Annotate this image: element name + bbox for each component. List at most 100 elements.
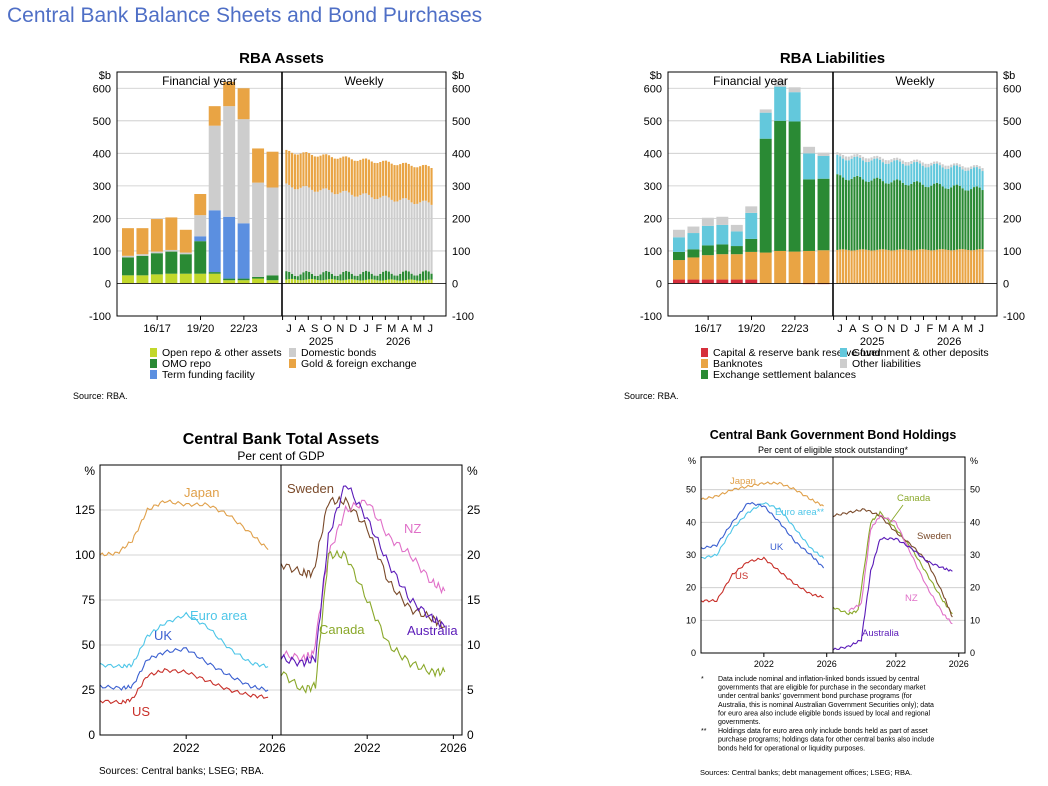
- footnote-line: bonds held for operational or liquidity …: [718, 745, 865, 752]
- bond-holdings-xtick-label: 2026: [949, 659, 969, 669]
- rba-liabilities-xtick-month: A: [952, 323, 960, 335]
- rba-liabilities-bar-weekly: [836, 152, 839, 155]
- rba-assets-bar-annual: [136, 228, 149, 255]
- rba-assets-bar-annual: [208, 106, 221, 126]
- rba-assets-bar-annual: [223, 280, 236, 284]
- rba-assets-bar-weekly: [347, 157, 351, 193]
- rba-liabilities-bar-annual: [803, 179, 816, 251]
- total-assets-source: Sources: Central banks; LSEG; RBA.: [99, 766, 264, 777]
- rba-assets-bar-weekly: [339, 280, 342, 284]
- rba-liabilities-bar-annual: [687, 233, 700, 250]
- rba-liabilities-bar-weekly: [944, 165, 947, 170]
- rba-liabilities-bar-weekly: [947, 165, 950, 169]
- rba-assets-bar-weekly: [322, 154, 325, 189]
- bond-holdings-title: Central Bank Government Bond Holdings: [710, 428, 957, 442]
- rba-liabilities-bar-weekly: [952, 250, 956, 284]
- rba-assets-bar-weekly: [302, 186, 305, 273]
- rba-liabilities-bar-weekly: [839, 175, 842, 250]
- rba-assets-bar-weekly: [379, 162, 382, 198]
- rba-liabilities-bar-weekly: [970, 168, 973, 190]
- rba-assets-bar-weekly: [407, 199, 410, 272]
- rba-liabilities-bar-weekly: [961, 188, 964, 250]
- rba-assets-xtick-annual: 19/20: [187, 323, 215, 335]
- rba-liabilities-bar-annual: [774, 250, 787, 284]
- rba-assets-bar-weekly: [356, 196, 359, 276]
- rba-liabilities-bar-weekly: [933, 250, 936, 284]
- rba-liabilities-bar-weekly: [898, 161, 902, 181]
- rba-liabilities-bar-weekly: [930, 185, 933, 251]
- bond-holdings-chart: Central Bank Government Bond Holdings Per…: [686, 428, 980, 777]
- rba-assets-bar-weekly: [308, 279, 311, 284]
- bond-holdings-source: Sources: Central banks; debt management …: [700, 768, 912, 777]
- rba-liabilities-bar-weekly: [859, 158, 862, 177]
- rba-liabilities-ytick-left: 0: [656, 278, 662, 290]
- rba-assets-bar-annual: [208, 125, 221, 211]
- rba-assets-bar-weekly: [376, 199, 379, 276]
- rba-assets-ytick-right: 200: [452, 213, 470, 225]
- rba-assets-bar-weekly: [427, 271, 430, 280]
- rba-assets-bar-weekly: [373, 275, 376, 280]
- rba-liabilities-bar-weekly: [924, 249, 927, 284]
- rba-assets-bar-weekly: [359, 280, 362, 284]
- rba-assets-bar-weekly: [390, 199, 393, 274]
- rba-assets-bar-weekly: [353, 160, 356, 197]
- rba-assets-bar-weekly: [353, 279, 356, 284]
- rba-liabilities-bar-weekly: [887, 160, 890, 164]
- rba-liabilities-bar-weekly: [964, 249, 967, 284]
- rba-assets-bar-weekly: [305, 152, 308, 186]
- rba-liabilities-bar-weekly: [836, 249, 839, 284]
- rba-liabilities-bar-annual: [774, 86, 787, 121]
- rba-assets-ytick-right: 300: [452, 181, 470, 193]
- rba-liabilities-bar-weekly: [876, 177, 879, 250]
- rba-liabilities-bar-weekly: [884, 163, 887, 184]
- rba-liabilities-legend-swatch: [701, 370, 708, 379]
- rba-assets-bar-weekly: [342, 271, 345, 281]
- rba-assets-ytick-right: 100: [452, 246, 470, 258]
- rba-liabilities-bar-weekly: [927, 187, 930, 251]
- rba-liabilities-bar-annual: [759, 109, 772, 113]
- rba-assets-bar-weekly: [327, 279, 331, 284]
- rba-assets-bar-weekly: [376, 275, 379, 281]
- bond-holdings-ytick-right: 30: [970, 550, 980, 560]
- rba-assets-bar-weekly: [364, 279, 368, 284]
- rba-assets-bar-weekly: [299, 280, 302, 284]
- rba-liabilities-ytick-right: 400: [1003, 148, 1021, 160]
- rba-assets-bar-weekly: [325, 279, 328, 284]
- rba-liabilities-bar-weekly: [901, 182, 904, 250]
- rba-assets-bar-weekly: [430, 273, 433, 280]
- total-assets-series-label: US: [132, 704, 150, 719]
- rba-liabilities-bar-weekly: [958, 185, 961, 250]
- rba-assets-bar-annual: [165, 251, 178, 274]
- rba-assets-bar-weekly: [390, 273, 393, 280]
- rba-assets-bar-weekly: [393, 201, 396, 276]
- rba-liabilities-bar-weekly: [918, 182, 921, 250]
- bond-holdings-xtick-label: 2022: [886, 659, 906, 669]
- rba-liabilities-bar-weekly: [890, 159, 893, 163]
- rba-assets-bar-weekly: [430, 279, 433, 284]
- rba-assets-bar-annual: [266, 151, 279, 188]
- rba-liabilities-bar-weekly: [930, 250, 933, 284]
- rba-assets-bar-weekly: [364, 193, 368, 271]
- rba-liabilities-bar-weekly: [844, 179, 847, 250]
- rba-assets-bar-weekly: [356, 160, 359, 197]
- bond-holdings-line-left: [700, 481, 824, 507]
- rba-liabilities-bar-weekly: [904, 184, 907, 250]
- rba-liabilities-ytick-left: 400: [644, 148, 662, 160]
- rba-liabilities-bar-weekly: [873, 178, 876, 251]
- rba-assets-bar-weekly: [416, 203, 419, 276]
- rba-assets-bar-annual: [150, 219, 163, 252]
- total-assets-ytick-right: 5: [467, 683, 474, 697]
- rba-liabilities-bar-weekly: [970, 166, 973, 169]
- rba-liabilities-bar-weekly: [873, 156, 876, 159]
- rba-liabilities-bar-weekly: [910, 250, 913, 284]
- rba-assets-xtick-month: M: [413, 323, 422, 335]
- rba-assets-bar-weekly: [330, 157, 333, 193]
- rba-assets-bar-weekly: [339, 157, 342, 193]
- rba-assets-ytick-right: 400: [452, 148, 470, 160]
- rba-assets-xtick-month: A: [401, 323, 409, 335]
- rba-liabilities-xtick-month: A: [849, 323, 857, 335]
- rba-liabilities-bar-weekly: [924, 163, 927, 168]
- footnote-line: Australia, this is nominal Australian Go…: [718, 702, 934, 709]
- rba-liabilities-bar-weekly: [981, 168, 984, 172]
- rba-assets-bar-annual: [237, 119, 250, 224]
